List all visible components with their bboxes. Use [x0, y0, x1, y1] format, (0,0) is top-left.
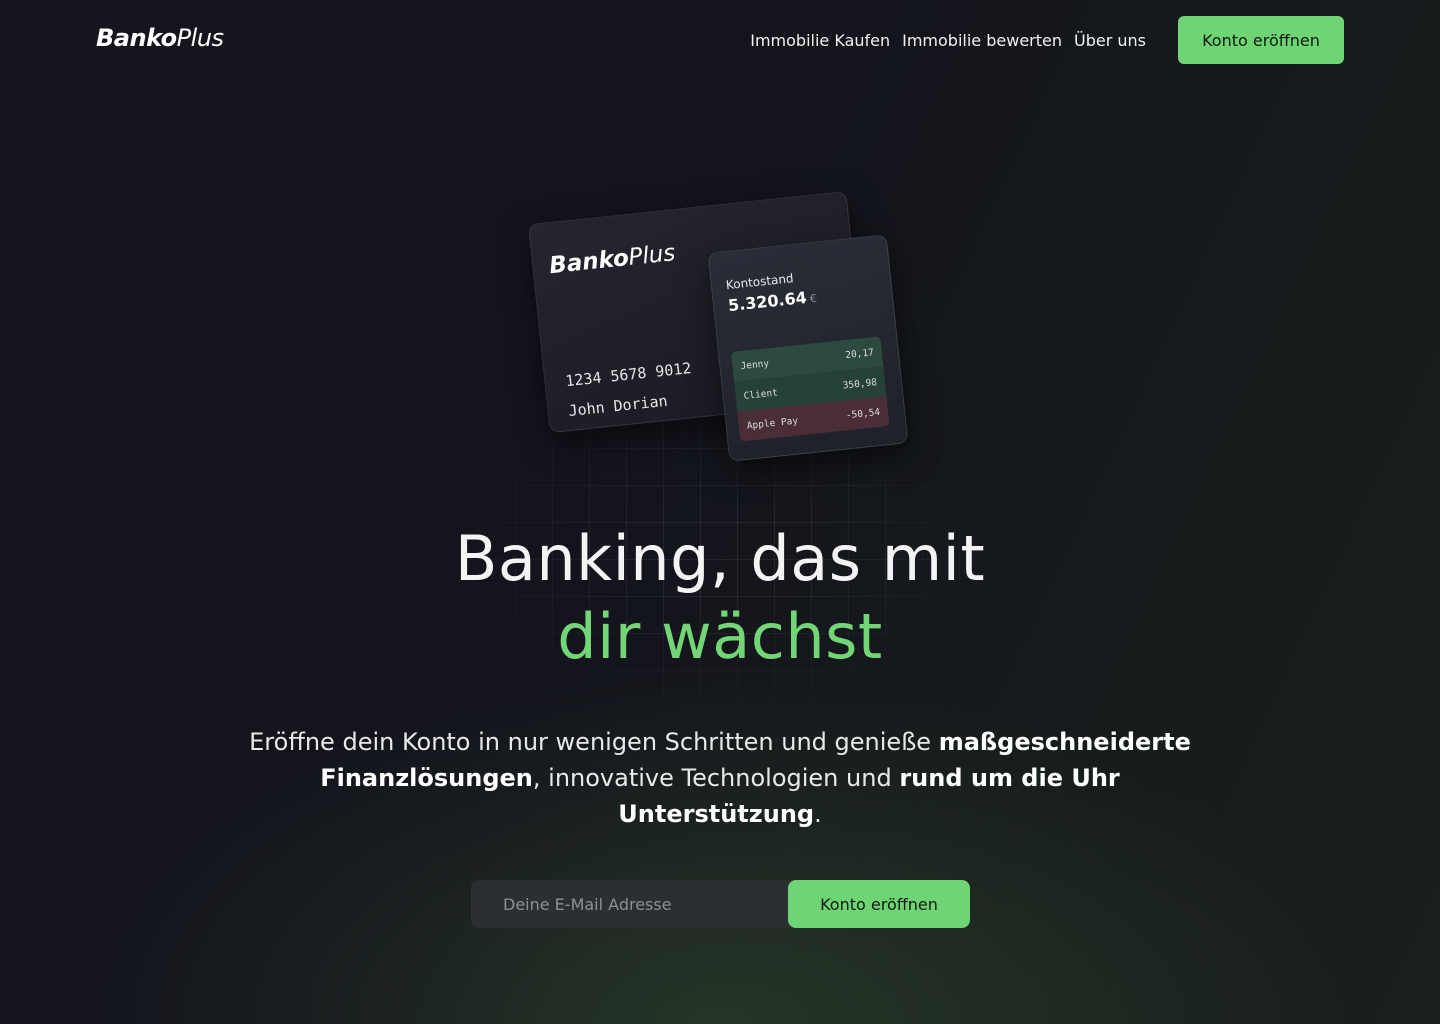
card-illustration: BankoPlus 1234 5678 9012 John Dorian Kon…	[527, 185, 910, 465]
transaction-value: 350,98	[842, 376, 878, 392]
logo-light: Plus	[176, 24, 224, 52]
nav-immobilie-bewerten[interactable]: Immobilie bewerten	[902, 31, 1062, 50]
subtitle-text: Eröffne dein Konto in nur wenigen Schrit…	[249, 728, 939, 756]
hero-title-line1: Banking, das mit	[454, 522, 986, 595]
card-logo-light: Plus	[627, 240, 677, 271]
card-logo-bold: Banko	[548, 245, 631, 280]
logo[interactable]: BankoPlus	[96, 24, 224, 52]
open-account-button[interactable]: Konto eröffnen	[788, 880, 970, 928]
main-nav: Immobilie Kaufen Immobilie bewerten Über…	[738, 16, 1344, 64]
balance-amount: 5.320.64 €	[727, 287, 817, 315]
logo-bold: Banko	[96, 24, 177, 52]
signup-form: Konto eröffnen	[471, 880, 970, 928]
transaction-name: Client	[743, 386, 779, 402]
card-number: 1234 5678 9012	[564, 359, 693, 391]
transaction-value: -50,54	[845, 406, 881, 421]
balance-card: Kontostand 5.320.64 € Jenny 20,17 Client …	[707, 234, 909, 462]
transaction-value: 20,17	[844, 346, 875, 361]
balance-currency: €	[809, 291, 818, 306]
header-open-account-button[interactable]: Konto eröffnen	[1178, 16, 1344, 64]
balance-label: Kontostand	[725, 271, 795, 293]
subtitle-text: , innovative Technologien und	[532, 764, 900, 792]
balance-value: 5.320.64	[727, 287, 808, 316]
nav-ueber-uns[interactable]: Über uns	[1074, 31, 1146, 50]
email-input[interactable]	[471, 880, 794, 928]
transaction-name: Jenny	[739, 357, 770, 372]
subtitle-text: .	[814, 800, 822, 828]
hero-title-line2: dir wächst	[557, 600, 883, 673]
transaction-name: Apple Pay	[746, 414, 799, 432]
hero-subtitle: Eröffne dein Konto in nur wenigen Schrit…	[240, 724, 1200, 832]
card-logo: BankoPlus	[548, 240, 677, 279]
nav-immobilie-kaufen[interactable]: Immobilie Kaufen	[750, 31, 890, 50]
card-holder: John Dorian	[567, 391, 669, 421]
